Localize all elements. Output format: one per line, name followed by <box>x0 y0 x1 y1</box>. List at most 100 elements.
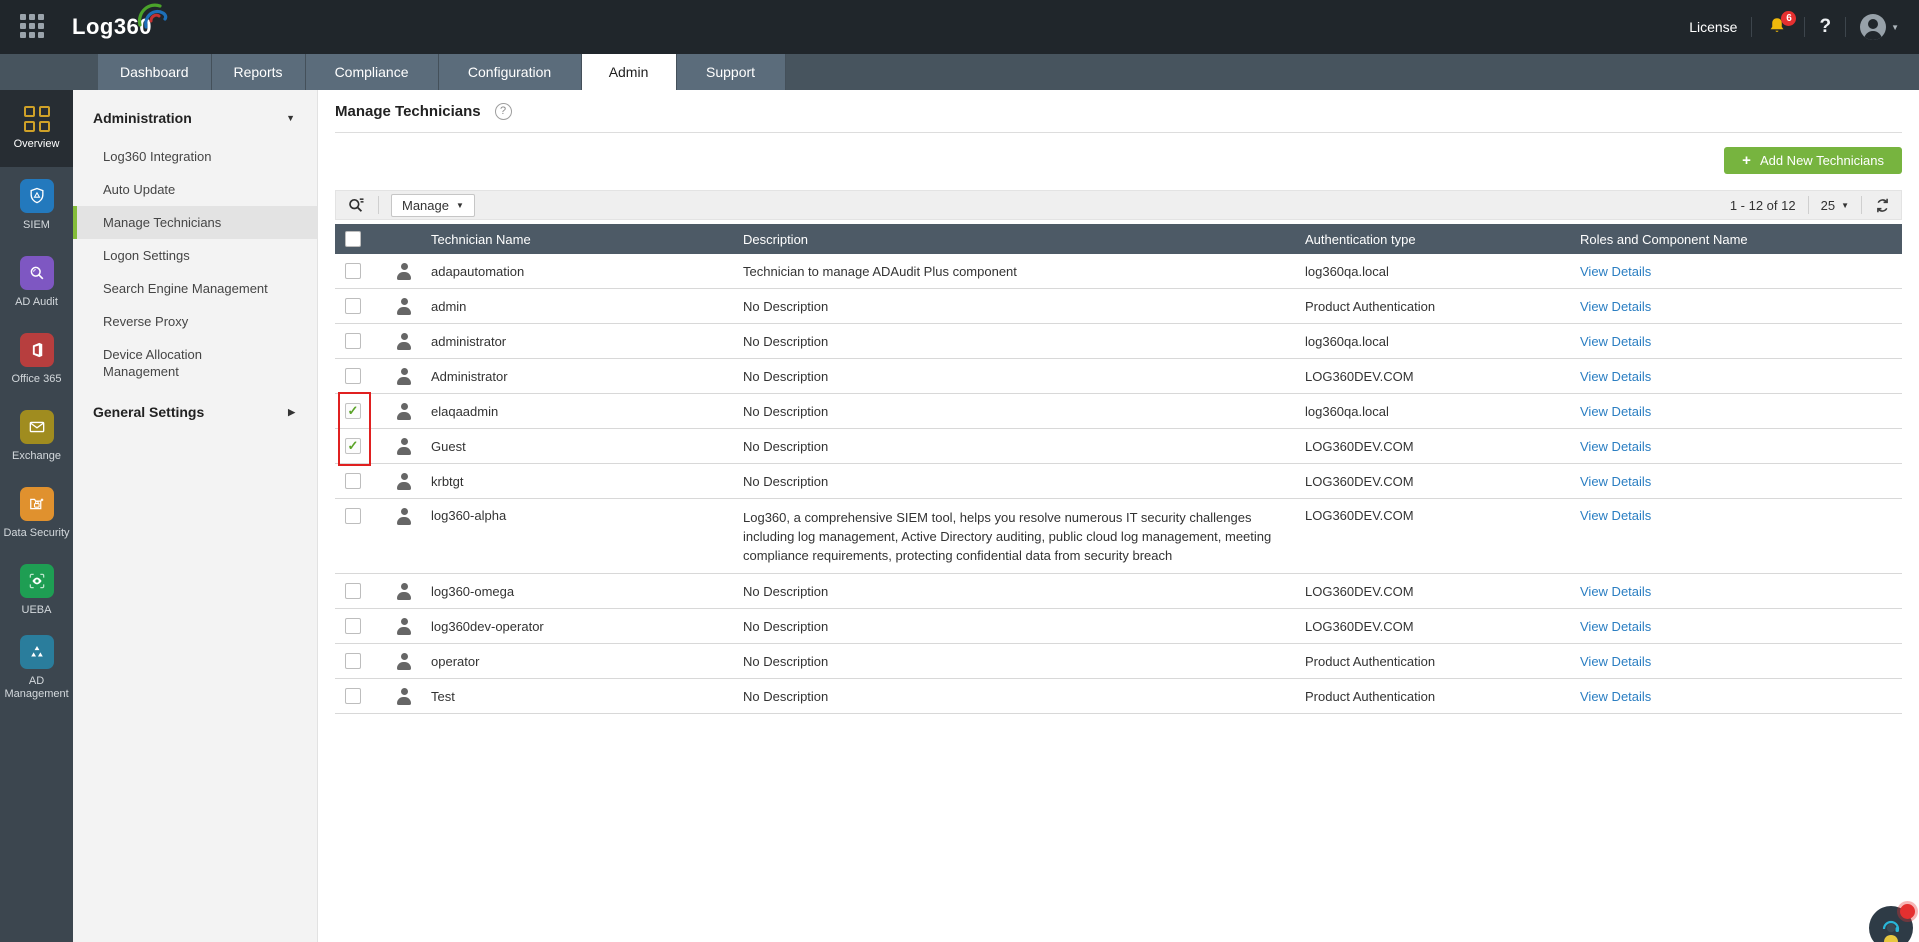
shield-icon <box>19 179 54 213</box>
menu-item-manage-technicians[interactable]: Manage Technicians <box>73 206 317 239</box>
manage-dropdown[interactable]: Manage ▼ <box>391 193 475 217</box>
technician-person-icon <box>397 687 411 705</box>
row-checkbox[interactable] <box>345 618 361 634</box>
technician-description: No Description <box>743 298 829 314</box>
menu-section-label: General Settings <box>93 404 205 420</box>
column-header-technician-name: Technician Name <box>431 231 531 247</box>
column-header-description: Description <box>743 231 809 247</box>
authentication-type: LOG360DEV.COM <box>1305 583 1414 599</box>
add-button-label: Add New Technicians <box>1759 153 1884 168</box>
add-new-technicians-button[interactable]: + Add New Technicians <box>1724 147 1902 174</box>
page-help-icon[interactable]: ? <box>494 102 512 120</box>
row-checkbox[interactable] <box>345 403 361 419</box>
rail-item-data-security[interactable]: Data Security <box>0 475 73 552</box>
authentication-type: LOG360DEV.COM <box>1305 473 1414 489</box>
technician-name: administrator <box>431 333 507 349</box>
tab-configuration[interactable]: Configuration <box>438 54 582 90</box>
menu-section-general-settings[interactable]: General Settings ▶ <box>73 404 317 420</box>
notification-count-badge: 6 <box>1781 11 1797 26</box>
view-details-link[interactable]: View Details <box>1580 619 1651 634</box>
view-details-link[interactable]: View Details <box>1580 508 1651 523</box>
manage-dropdown-label: Manage <box>402 197 449 213</box>
row-checkbox[interactable] <box>345 438 361 454</box>
topbar-divider <box>1804 17 1806 37</box>
tab-compliance[interactable]: Compliance <box>305 54 439 90</box>
folder-lock-icon <box>19 487 54 521</box>
notifications-bell-icon[interactable]: 6 <box>1766 11 1797 39</box>
row-checkbox[interactable] <box>345 653 361 669</box>
tab-dashboard[interactable]: Dashboard <box>98 54 212 90</box>
rail-label: Office 365 <box>11 373 62 385</box>
technician-description: No Description <box>743 368 829 384</box>
technician-person-icon <box>397 402 411 420</box>
view-details-link[interactable]: View Details <box>1580 654 1651 669</box>
row-checkbox[interactable] <box>345 368 361 384</box>
technician-description: No Description <box>743 688 829 704</box>
view-details-link[interactable]: View Details <box>1580 264 1651 279</box>
row-checkbox[interactable] <box>345 298 361 314</box>
row-checkbox[interactable] <box>345 473 361 489</box>
tab-reports[interactable]: Reports <box>211 54 306 90</box>
refresh-icon[interactable] <box>1874 197 1891 214</box>
menu-item-log360-integration[interactable]: Log360 Integration <box>73 140 317 173</box>
rail-label: Overview <box>13 138 60 150</box>
rail-item-exchange[interactable]: Exchange <box>0 398 73 475</box>
view-details-link[interactable]: View Details <box>1580 404 1651 419</box>
menu-section-administration[interactable]: Administration ▼ <box>73 110 317 126</box>
page-title: Manage Technicians <box>335 102 481 120</box>
rail-item-ad-management[interactable]: AD Management <box>0 629 73 706</box>
chevron-down-icon: ▼ <box>1841 200 1849 210</box>
menu-item-logon-settings[interactable]: Logon Settings <box>73 239 317 272</box>
technicians-table: Technician Name Description Authenticati… <box>335 224 1902 714</box>
support-chat-button[interactable] <box>1869 904 1915 942</box>
plus-icon: + <box>1742 152 1751 169</box>
row-checkbox[interactable] <box>345 263 361 279</box>
license-link[interactable]: License <box>1689 19 1737 35</box>
technician-description: No Description <box>743 618 829 634</box>
magnifier-icon <box>19 256 54 290</box>
row-checkbox[interactable] <box>345 583 361 599</box>
row-checkbox[interactable] <box>345 333 361 349</box>
toolbar-divider <box>1807 196 1809 214</box>
view-details-link[interactable]: View Details <box>1580 439 1651 454</box>
rail-item-ueba[interactable]: UEBA <box>0 552 73 629</box>
view-details-link[interactable]: View Details <box>1580 474 1651 489</box>
rail-item-office365[interactable]: Office 365 <box>0 321 73 398</box>
technician-description: Log360, a comprehensive SIEM tool, helps… <box>743 510 1272 563</box>
technician-row: Guest No Description LOG360DEV.COM View Det… <box>335 429 1902 464</box>
rail-item-ad-audit[interactable]: AD Audit <box>0 244 73 321</box>
view-details-link[interactable]: View Details <box>1580 369 1651 384</box>
view-details-link[interactable]: View Details <box>1580 689 1651 704</box>
advanced-search-icon[interactable] <box>346 195 366 215</box>
tab-support[interactable]: Support <box>676 54 786 90</box>
menu-item-device-allocation-management[interactable]: Device Allocation Management <box>73 338 298 388</box>
view-details-link[interactable]: View Details <box>1580 584 1651 599</box>
user-menu[interactable]: ▼ <box>1860 14 1899 40</box>
technician-row: admin No Description Product Authenticatio… <box>335 289 1902 324</box>
menu-item-search-engine-management[interactable]: Search Engine Management <box>73 272 317 305</box>
page-size-dropdown[interactable]: 25 ▼ <box>1821 198 1849 213</box>
row-checkbox[interactable] <box>345 688 361 704</box>
authentication-type: LOG360DEV.COM <box>1305 618 1414 634</box>
row-checkbox[interactable] <box>345 508 361 524</box>
help-icon[interactable]: ? <box>1819 16 1831 38</box>
view-details-link[interactable]: View Details <box>1580 299 1651 314</box>
menu-item-auto-update[interactable]: Auto Update <box>73 173 317 206</box>
log360-logo[interactable]: Log360 <box>72 3 168 40</box>
technician-name: log360dev-operator <box>431 618 544 634</box>
view-details-link[interactable]: View Details <box>1580 334 1651 349</box>
rail-item-overview[interactable]: Overview <box>0 90 73 167</box>
menu-item-reverse-proxy[interactable]: Reverse Proxy <box>73 305 317 338</box>
technician-row: log360dev-operator No Description LOG360DE… <box>335 609 1902 644</box>
select-all-checkbox[interactable] <box>345 231 361 247</box>
technician-person-icon <box>397 508 411 525</box>
technician-name: log360-alpha <box>431 508 507 523</box>
technician-row: administrator No Description log360qa.loca… <box>335 324 1902 359</box>
overview-grid-icon <box>23 106 50 132</box>
support-agent-icon <box>1882 920 1900 942</box>
main-content: Manage Technicians ? + Add New Technicia… <box>318 90 1919 942</box>
rail-item-siem[interactable]: SIEM <box>0 167 73 244</box>
tab-admin[interactable]: Admin <box>581 54 677 90</box>
app-launcher-icon[interactable] <box>20 14 46 40</box>
technician-person-icon <box>397 332 411 350</box>
